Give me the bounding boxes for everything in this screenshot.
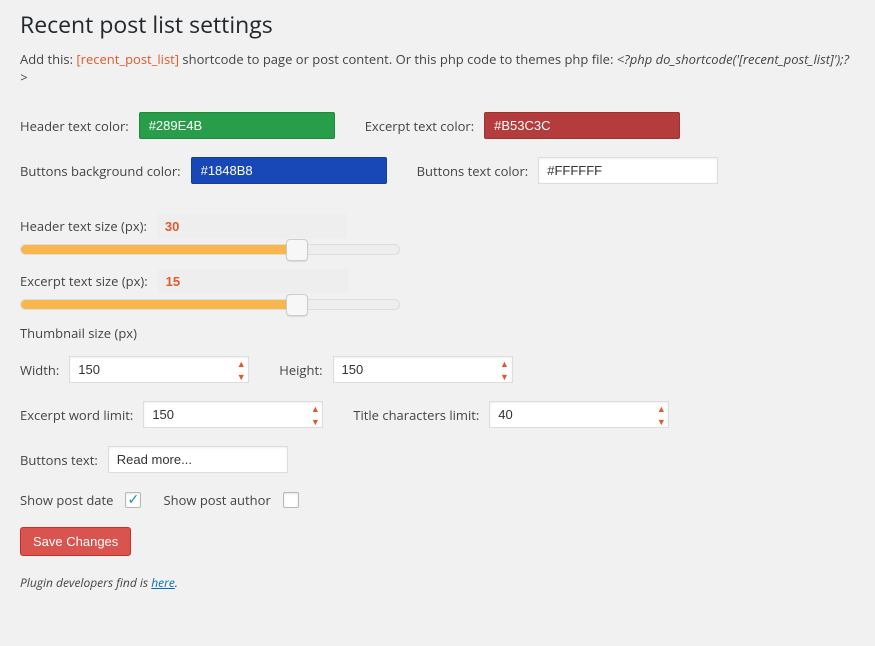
spinner-up-icon[interactable]: ▲ [656, 403, 666, 413]
excerpt-text-size-input[interactable] [158, 269, 348, 293]
page-title: Recent post list settings [20, 8, 855, 40]
spinner-down-icon[interactable]: ▼ [656, 416, 666, 426]
slider-fill [21, 245, 297, 254]
buttons-text-color-label: Buttons text color: [417, 162, 529, 180]
spinner-down-icon[interactable]: ▼ [236, 371, 246, 381]
excerpt-text-size-slider[interactable] [20, 299, 400, 310]
spinner[interactable]: ▲ ▼ [310, 403, 320, 426]
intro-text: Add this: [recent_post_list] shortcode t… [20, 50, 855, 86]
thumb-height-label: Height: [279, 361, 322, 379]
show-post-author-label: Show post author [163, 491, 270, 509]
header-text-color-label: Header text color: [20, 117, 129, 135]
show-post-date-label: Show post date [20, 491, 113, 509]
save-changes-button[interactable]: Save Changes [20, 527, 131, 556]
intro-shortcode: [recent_post_list] [76, 50, 179, 68]
thumb-width-input[interactable] [69, 356, 249, 383]
buttons-text-input[interactable] [108, 446, 288, 473]
thumb-width-label: Width: [20, 361, 59, 379]
excerpt-word-limit-input[interactable] [143, 401, 323, 428]
spinner[interactable]: ▲ ▼ [656, 403, 666, 426]
spinner-up-icon[interactable]: ▲ [236, 358, 246, 368]
header-text-size-label: Header text size (px): [20, 217, 147, 235]
spinner[interactable]: ▲ ▼ [500, 358, 510, 381]
spinner[interactable]: ▲ ▼ [236, 358, 246, 381]
slider-fill [21, 300, 297, 309]
slider-handle[interactable] [286, 239, 308, 261]
header-text-color-input[interactable] [139, 112, 335, 139]
intro-prefix: Add this: [20, 50, 76, 68]
buttons-bg-color-input[interactable] [191, 157, 387, 184]
excerpt-text-color-input[interactable] [484, 112, 680, 139]
title-chars-limit-input[interactable] [489, 401, 669, 428]
slider-handle[interactable] [286, 294, 308, 316]
show-post-author-checkbox[interactable] [283, 492, 299, 508]
excerpt-word-limit-label: Excerpt word limit: [20, 406, 133, 424]
spinner-down-icon[interactable]: ▼ [500, 371, 510, 381]
excerpt-text-color-label: Excerpt text color: [365, 117, 474, 135]
spinner-up-icon[interactable]: ▲ [310, 403, 320, 413]
title-chars-limit-label: Title characters limit: [353, 406, 479, 424]
buttons-text-color-input[interactable] [538, 157, 718, 184]
footer-note: Plugin developers find is here. [20, 574, 855, 591]
excerpt-text-size-label: Excerpt text size (px): [20, 272, 148, 290]
header-text-size-slider[interactable] [20, 244, 400, 255]
footer-link[interactable]: here [151, 574, 175, 591]
spinner-up-icon[interactable]: ▲ [500, 358, 510, 368]
thumb-height-input[interactable] [333, 356, 513, 383]
buttons-bg-color-label: Buttons background color: [20, 162, 181, 180]
footer-prefix: Plugin developers find is [20, 574, 151, 591]
buttons-text-label: Buttons text: [20, 451, 98, 469]
footer-suffix: . [175, 574, 178, 591]
show-post-date-checkbox[interactable] [125, 492, 141, 508]
header-text-size-input[interactable] [157, 214, 347, 238]
intro-mid: shortcode to page or post content. Or th… [179, 50, 617, 68]
spinner-down-icon[interactable]: ▼ [310, 416, 320, 426]
thumbnail-size-label: Thumbnail size (px) [20, 324, 137, 342]
